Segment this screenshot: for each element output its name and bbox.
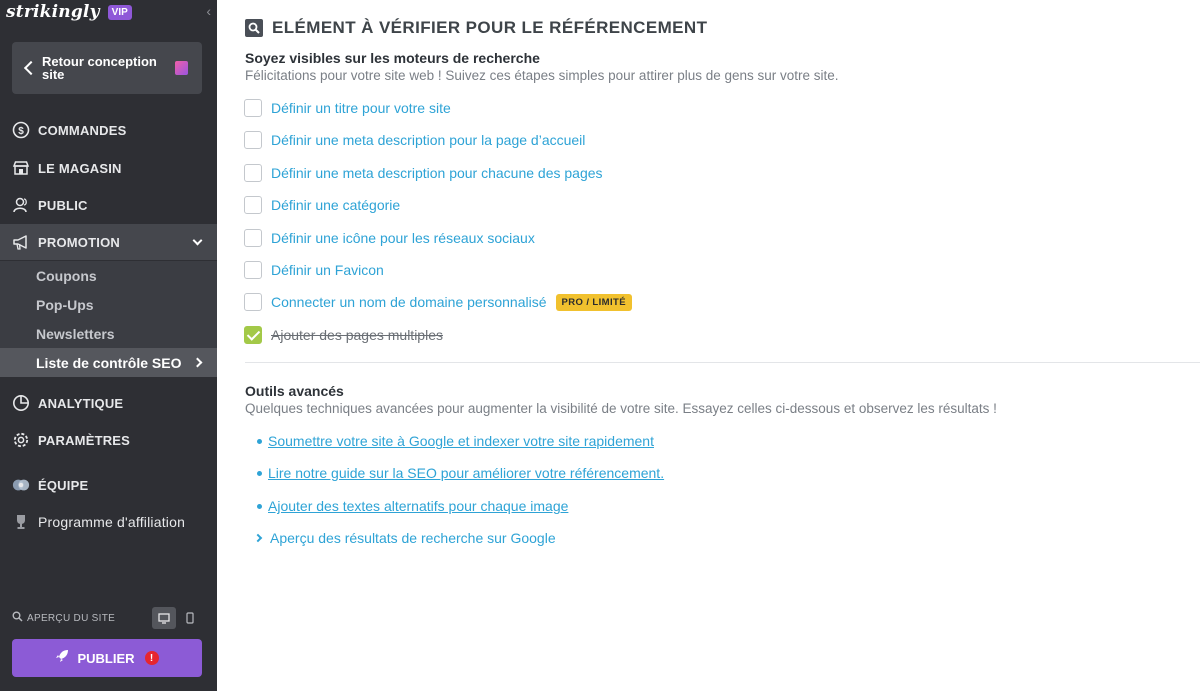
checkbox[interactable]	[244, 293, 262, 311]
checklist-item-label: Ajouter des pages multiples	[271, 327, 443, 343]
checkbox[interactable]	[244, 164, 262, 182]
users-icon	[12, 196, 30, 214]
nav-label: Le magasin	[38, 160, 122, 176]
advanced-link[interactable]: Ajouter des textes alternatifs pour chaq…	[268, 498, 568, 514]
collapse-sidebar-icon[interactable]: ‹	[206, 3, 211, 19]
editor-icon	[175, 61, 188, 75]
sub-item-seo-checklist[interactable]: Liste de contrôle SEO	[0, 348, 217, 377]
bullet-icon	[257, 438, 262, 444]
advanced-link-item: Soumettre votre site à Google et indexer…	[257, 431, 654, 451]
chevron-right-icon	[192, 357, 203, 368]
checklist-item-label[interactable]: Définir une meta description pour la pag…	[271, 132, 585, 148]
checklist-item[interactable]: Définir un Favicon	[244, 260, 384, 280]
checklist-item-label[interactable]: Définir une icône pour les réseaux socia…	[271, 230, 535, 246]
nav-item-commandes[interactable]: $ Commandes	[0, 112, 217, 148]
sidebar: strikingly VIP ‹ Retour conception site …	[0, 0, 217, 691]
nav-label: Paramètres	[38, 432, 131, 448]
nav-label: Programme d'affiliation	[38, 514, 186, 530]
bullet-icon	[257, 503, 262, 509]
gear-icon	[12, 431, 30, 449]
nav-item-team[interactable]: Équipe	[0, 467, 217, 503]
section-heading-visibility: Soyez visibles sur les moteurs de recher…	[245, 50, 540, 66]
megaphone-icon	[12, 233, 30, 251]
section-heading-advanced: Outils avancés	[245, 383, 344, 399]
nav-item-promotion[interactable]: Promotion	[0, 224, 217, 260]
back-to-design-label: Retour conception site	[42, 54, 157, 82]
checklist-item-done[interactable]: Ajouter des pages multiples	[244, 325, 443, 345]
checkbox[interactable]	[244, 131, 262, 149]
advanced-link[interactable]: Lire notre guide sur la SEO pour amélior…	[268, 465, 664, 481]
google-preview-expander[interactable]: Aperçu des résultats de recherche sur Go…	[253, 528, 556, 548]
desktop-preview-button[interactable]	[152, 607, 176, 629]
nav-item-affiliate[interactable]: Programme d'affiliation	[0, 504, 217, 540]
page-header: Elément à vérifier pour le référencement	[245, 18, 707, 38]
checklist-item-label[interactable]: Définir un titre pour votre site	[271, 100, 451, 116]
section-subtitle-advanced: Quelques techniques avancées pour augmen…	[245, 401, 997, 416]
advanced-link[interactable]: Soumettre votre site à Google et indexer…	[268, 433, 654, 449]
checklist-item-label[interactable]: Définir une meta description pour chacun…	[271, 165, 603, 181]
sub-item-coupons[interactable]: Coupons	[0, 261, 217, 290]
sub-item-label: Liste de contrôle SEO	[36, 354, 182, 371]
section-divider	[245, 362, 1200, 363]
site-preview-row: APERÇU DU SITE	[12, 606, 202, 630]
publish-button[interactable]: PUBLIER !	[12, 639, 202, 677]
svg-text:$: $	[18, 126, 24, 137]
checklist-item[interactable]: Définir un titre pour votre site	[244, 98, 451, 118]
seo-search-icon	[245, 19, 263, 37]
main-content: Elément à vérifier pour le référencement…	[217, 0, 1200, 691]
nav-item-analytics[interactable]: Analytique	[0, 385, 217, 421]
pie-chart-icon	[12, 394, 30, 412]
chevron-right-icon	[253, 533, 263, 543]
back-to-design-button[interactable]: Retour conception site	[12, 42, 202, 94]
rocket-icon	[55, 649, 69, 668]
team-icon	[12, 476, 30, 494]
dollar-circle-icon: $	[12, 121, 30, 139]
nav-label: Commandes	[38, 122, 127, 138]
trophy-icon	[12, 513, 30, 531]
sub-item-popups[interactable]: Pop-Ups	[0, 290, 217, 319]
nav-item-public[interactable]: Public	[0, 187, 217, 223]
nav-label: Public	[38, 197, 88, 213]
nav-item-store[interactable]: Le magasin	[0, 150, 217, 186]
page-title: Elément à vérifier pour le référencement	[272, 18, 708, 37]
checklist-item[interactable]: Connecter un nom de domaine personnalisé…	[244, 292, 632, 312]
expander-label: Aperçu des résultats de recherche sur Go…	[270, 530, 556, 546]
strikingly-logo: strikingly	[6, 2, 100, 22]
checkbox[interactable]	[244, 99, 262, 117]
checkbox[interactable]	[244, 196, 262, 214]
advanced-link-item: Lire notre guide sur la SEO pour amélior…	[257, 463, 664, 483]
publish-alert-badge: !	[144, 651, 159, 665]
vip-badge: VIP	[107, 4, 132, 20]
mobile-icon	[186, 612, 194, 624]
nav-label: Analytique	[38, 395, 124, 411]
checklist-item[interactable]: Définir une catégorie	[244, 195, 400, 215]
site-preview-label[interactable]: APERÇU DU SITE	[27, 613, 115, 624]
chevron-down-icon	[192, 235, 203, 246]
publish-label: PUBLIER	[77, 650, 135, 666]
brand[interactable]: strikingly VIP	[6, 0, 132, 24]
checklist-item[interactable]: Définir une meta description pour chacun…	[244, 163, 603, 183]
checklist-item-label[interactable]: Définir une catégorie	[271, 197, 400, 213]
nav-item-settings[interactable]: Paramètres	[0, 422, 217, 458]
checkbox[interactable]	[244, 229, 262, 247]
store-icon	[12, 159, 30, 177]
advanced-link-item: Ajouter des textes alternatifs pour chaq…	[257, 496, 568, 516]
nav-label: Équipe	[38, 477, 89, 493]
mobile-preview-button[interactable]	[178, 607, 202, 629]
desktop-icon	[158, 612, 170, 624]
section-subtitle-visibility: Félicitations pour votre site web ! Suiv…	[245, 68, 839, 83]
chevron-left-icon	[23, 60, 39, 76]
pro-limit-badge: PRO / LIMITÉ	[555, 293, 632, 311]
search-icon	[12, 609, 23, 627]
checklist-item-label[interactable]: Définir un Favicon	[271, 262, 384, 278]
nav-label: Promotion	[38, 234, 120, 250]
checklist-item-label[interactable]: Connecter un nom de domaine personnalisé	[271, 294, 547, 310]
checkbox-checked[interactable]	[244, 326, 262, 344]
checklist-item[interactable]: Définir une meta description pour la pag…	[244, 130, 585, 150]
checklist-item[interactable]: Définir une icône pour les réseaux socia…	[244, 228, 535, 248]
sub-item-newsletters[interactable]: Newsletters	[0, 319, 217, 348]
bullet-icon	[257, 470, 262, 476]
checkbox[interactable]	[244, 261, 262, 279]
